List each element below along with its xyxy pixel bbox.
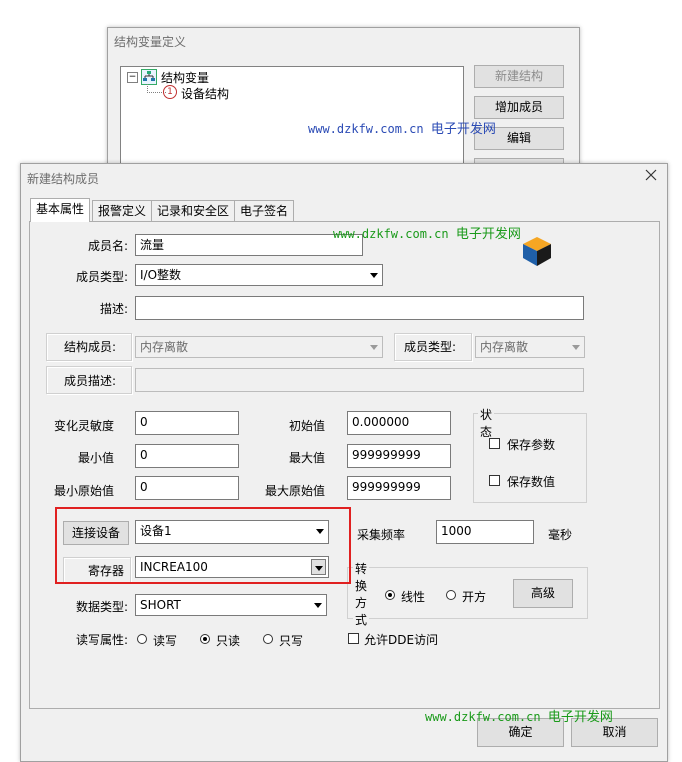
sample-freq-unit: 毫秒	[548, 528, 573, 542]
cube-icon	[521, 235, 553, 267]
status-group-title: 状态	[478, 406, 495, 440]
new-struct-button[interactable]: 新建结构	[474, 65, 564, 88]
min-value-label: 最小值	[77, 451, 114, 465]
rw-read-only-radio[interactable]	[200, 634, 210, 644]
struct-variable-window: 结构变量定义 − 结构变量 1 设备结构 新建结构 增加成员 编辑	[107, 27, 580, 181]
data-type-select[interactable]: SHORT	[135, 594, 327, 616]
sqrt-radio[interactable]	[446, 590, 456, 600]
rw-write-only-radio[interactable]	[263, 634, 273, 644]
allow-dde-checkbox[interactable]	[348, 633, 359, 644]
chevron-down-icon	[568, 338, 583, 356]
rw-label: 读写属性:	[75, 633, 128, 647]
add-member-button[interactable]: 增加成员	[474, 96, 564, 119]
chevron-down-icon	[366, 338, 381, 356]
rw-write-only-label: 只写	[279, 634, 304, 648]
struct-member-select: 内存离散	[135, 336, 383, 358]
member-desc-label: 成员描述:	[64, 374, 117, 388]
min-value-input[interactable]: 0	[135, 444, 239, 468]
max-raw-label: 最大原始值	[264, 484, 325, 498]
max-value-input[interactable]: 999999999	[347, 444, 451, 468]
keep-param-checkbox[interactable]	[489, 438, 500, 449]
min-raw-label: 最小原始值	[53, 484, 114, 498]
close-icon[interactable]	[643, 167, 659, 183]
init-value-label: 初始值	[288, 419, 325, 433]
sensitivity-input[interactable]: 0	[135, 411, 239, 435]
data-type-value: SHORT	[140, 598, 181, 612]
max-value-label: 最大值	[288, 451, 325, 465]
keep-value-checkbox[interactable]	[489, 475, 500, 486]
description-input[interactable]	[135, 296, 584, 320]
struct-root-icon	[141, 69, 157, 85]
watermark-middle: www.dzkfw.com.cn 电子开发网	[333, 227, 521, 242]
member-type-value: I/O整数	[140, 268, 182, 282]
dialog-title: 新建结构成员	[27, 172, 100, 186]
struct-variable-window-title: 结构变量定义	[114, 35, 187, 49]
desc-label: 描述:	[99, 302, 128, 316]
chevron-down-icon[interactable]	[366, 266, 381, 284]
tree-expand-icon[interactable]: −	[127, 72, 138, 83]
highlight-box	[55, 507, 351, 584]
keep-value-label: 保存数值	[507, 475, 556, 489]
tab-record-security[interactable]: 记录和安全区	[151, 200, 236, 221]
linear-radio[interactable]	[385, 590, 395, 600]
keep-param-label: 保存参数	[507, 438, 556, 452]
sqrt-label: 开方	[462, 590, 487, 604]
max-raw-input[interactable]: 999999999	[347, 476, 451, 500]
rw-read-only-label: 只读	[216, 634, 241, 648]
linear-label: 线性	[401, 590, 426, 604]
advanced-button[interactable]: 高级	[513, 579, 573, 608]
member-name-label: 成员名:	[87, 239, 128, 253]
tree-root-label[interactable]: 结构变量	[161, 69, 209, 86]
tree-child-label[interactable]: 设备结构	[181, 85, 229, 102]
tab-alarm-definition[interactable]: 报警定义	[92, 200, 153, 221]
tab-e-signature[interactable]: 电子签名	[234, 200, 295, 221]
watermark-top: www.dzkfw.com.cn 电子开发网	[308, 122, 496, 137]
rw-read-write-label: 读写	[153, 634, 178, 648]
struct-member-type-label: 成员类型:	[404, 340, 457, 354]
member-type-select[interactable]: I/O整数	[135, 264, 383, 286]
struct-member-type-select: 内存离散	[475, 336, 585, 358]
member-desc-input	[135, 368, 584, 392]
data-type-label: 数据类型:	[75, 600, 128, 614]
watermark-bottom: www.dzkfw.com.cn 电子开发网	[425, 710, 613, 725]
tab-basic-properties[interactable]: 基本属性	[30, 198, 91, 222]
rw-read-write-radio[interactable]	[137, 634, 147, 644]
allow-dde-label: 允许DDE访问	[364, 633, 439, 647]
member-name-input[interactable]: 流量	[135, 234, 363, 256]
sample-freq-label: 采集频率	[357, 528, 406, 542]
member-index-icon: 1	[163, 85, 177, 99]
member-type-label: 成员类型:	[75, 270, 128, 284]
chevron-down-icon[interactable]	[310, 596, 325, 614]
init-value-input[interactable]: 0.000000	[347, 411, 451, 435]
sample-freq-input[interactable]: 1000	[436, 520, 534, 544]
convert-group-title: 转换方式	[353, 560, 370, 628]
struct-member-label: 结构成员:	[64, 340, 117, 354]
sensitivity-label: 变化灵敏度	[53, 419, 114, 433]
min-raw-input[interactable]: 0	[135, 476, 239, 500]
